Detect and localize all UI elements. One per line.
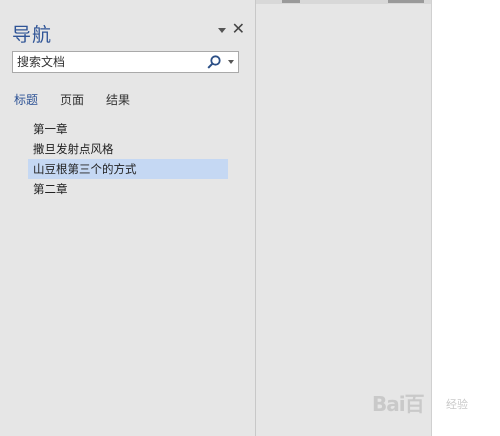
close-icon[interactable]: ✕	[232, 21, 245, 37]
document-page[interactable]	[431, 0, 500, 436]
heading-item[interactable]: 撒旦发射点风格	[28, 139, 228, 159]
heading-outline: 第一章 撒旦发射点风格 山豆根第三个的方式 第二章	[28, 119, 228, 199]
heading-item[interactable]: 第二章	[28, 179, 228, 199]
search-icon[interactable]	[206, 54, 222, 70]
heading-item[interactable]: 第一章	[28, 119, 228, 139]
search-box	[12, 51, 239, 73]
search-options-chevron-down-icon[interactable]	[228, 60, 234, 64]
ribbon-edge-mark	[282, 0, 300, 3]
chevron-down-icon[interactable]	[217, 27, 226, 33]
pane-title: 导航	[12, 24, 53, 46]
pane-tabs: 标题 页面 结果	[14, 91, 130, 108]
tab-results[interactable]: 结果	[106, 91, 130, 108]
search-input[interactable]	[13, 52, 203, 72]
navigation-pane: 导航 ✕ 标题 页面 结果 第一章 撒旦发射点风格 山豆根第三个的方式 第二章	[0, 0, 256, 436]
heading-item-selected[interactable]: 山豆根第三个的方式	[28, 159, 228, 179]
pane-controls: ✕	[217, 21, 245, 37]
tab-pages[interactable]: 页面	[60, 91, 84, 108]
ribbon-edge-mark	[388, 0, 424, 3]
watermark-logo: Bai百	[372, 392, 425, 416]
tab-headings[interactable]: 标题	[14, 91, 38, 108]
